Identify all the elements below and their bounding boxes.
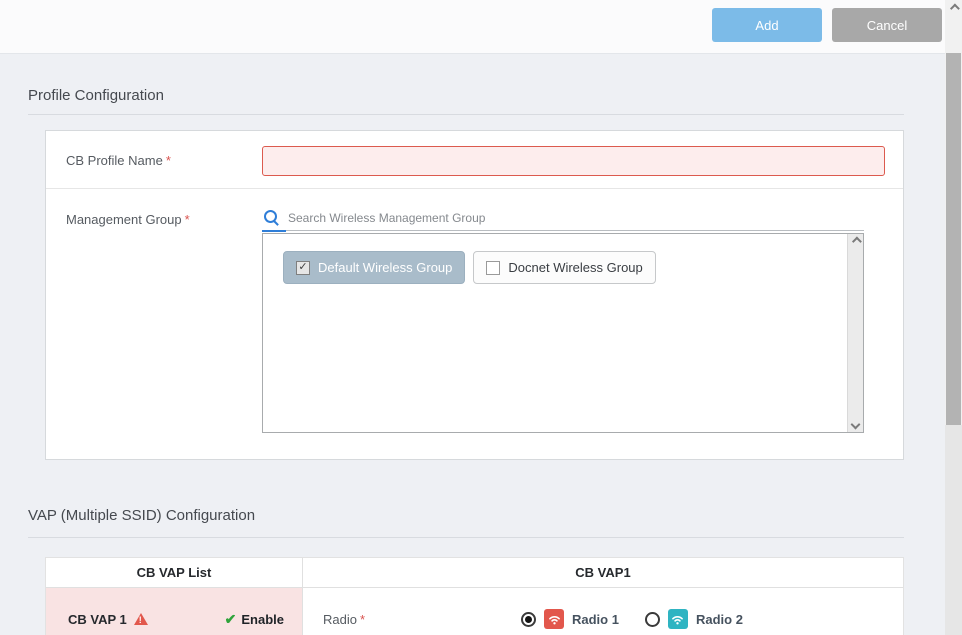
cb-vap-list-header: CB VAP List	[46, 558, 303, 587]
enable-check-icon: ✔	[225, 611, 237, 628]
chip-docnet-wireless-group[interactable]: Docnet Wireless Group	[473, 251, 655, 284]
add-button[interactable]: Add	[712, 8, 822, 42]
profile-section-title: Profile Configuration	[28, 87, 164, 104]
scrollbar-thumb[interactable]	[946, 53, 961, 425]
wifi-icon-radio1	[544, 609, 564, 629]
radio-button-selected[interactable]	[521, 612, 536, 627]
vap-table: CB VAP List CB VAP1 CB VAP 1 ✔ Enable Ra…	[45, 557, 904, 635]
page-scrollbar[interactable]	[945, 0, 962, 635]
cb-vap1-header: CB VAP1	[303, 558, 903, 587]
cb-vap-1-list-item[interactable]: CB VAP 1 ✔ Enable	[46, 588, 303, 635]
scrollbar-track[interactable]	[945, 425, 962, 635]
cancel-button[interactable]: Cancel	[832, 8, 942, 42]
vap-status: ✔ Enable	[225, 611, 284, 628]
required-asterisk: *	[360, 612, 365, 627]
vap-table-header: CB VAP List CB VAP1	[46, 558, 903, 588]
radio-option-radio2[interactable]: Radio 2	[645, 609, 743, 629]
chip-default-wireless-group[interactable]: ✓ Default Wireless Group	[283, 251, 465, 284]
row-divider	[46, 188, 903, 189]
top-action-bar: Add Cancel	[0, 0, 962, 54]
management-group-label: Management Group*	[66, 212, 190, 227]
vap1-detail-cell: Radio* Radio 1	[303, 588, 903, 635]
vap-name-text: CB VAP 1	[68, 612, 127, 627]
checkbox-checked-icon[interactable]: ✓	[296, 261, 310, 275]
management-group-chips: ✓ Default Wireless Group Docnet Wireless…	[283, 251, 656, 284]
cb-profile-name-label: CB Profile Name*	[66, 153, 171, 168]
search-icon	[264, 210, 277, 223]
radio1-label: Radio 1	[572, 612, 619, 627]
radio2-label: Radio 2	[696, 612, 743, 627]
radio-button-unselected[interactable]	[645, 612, 660, 627]
radio-option-radio1[interactable]: Radio 1	[521, 609, 619, 629]
cb-profile-name-input[interactable]	[262, 146, 885, 176]
required-asterisk: *	[166, 153, 171, 168]
radio-select-group: Radio 1 Radio 2	[521, 609, 743, 629]
vap-section-title: VAP (Multiple SSID) Configuration	[28, 507, 255, 524]
warning-icon	[134, 613, 148, 625]
search-input[interactable]	[288, 207, 848, 229]
management-group-search	[262, 207, 864, 231]
vap-status-text: Enable	[241, 612, 284, 627]
profile-configuration-panel: CB Profile Name* Management Group* ✓ Def…	[45, 130, 904, 460]
management-group-label-text: Management Group	[66, 212, 182, 227]
group-box-scrollbar[interactable]	[847, 234, 863, 432]
vap-section-divider	[28, 537, 904, 538]
search-underline-accent	[262, 230, 286, 232]
scroll-up-icon[interactable]	[852, 237, 862, 247]
radio-field-label: Radio*	[323, 612, 365, 627]
vap-name: CB VAP 1	[68, 612, 148, 627]
chip-label: Docnet Wireless Group	[508, 260, 642, 275]
scroll-down-icon[interactable]	[851, 420, 861, 430]
management-group-list-box: ✓ Default Wireless Group Docnet Wireless…	[262, 233, 864, 433]
scrollbar-up-icon[interactable]	[945, 0, 962, 16]
vap-row-1: CB VAP 1 ✔ Enable Radio*	[46, 588, 903, 635]
wifi-icon-radio2	[668, 609, 688, 629]
required-asterisk: *	[185, 212, 190, 227]
profile-section-divider	[28, 114, 904, 115]
cb-profile-name-label-text: CB Profile Name	[66, 153, 163, 168]
checkbox-empty-icon[interactable]	[486, 261, 500, 275]
chip-label: Default Wireless Group	[318, 260, 452, 275]
radio-field-label-text: Radio	[323, 612, 357, 627]
